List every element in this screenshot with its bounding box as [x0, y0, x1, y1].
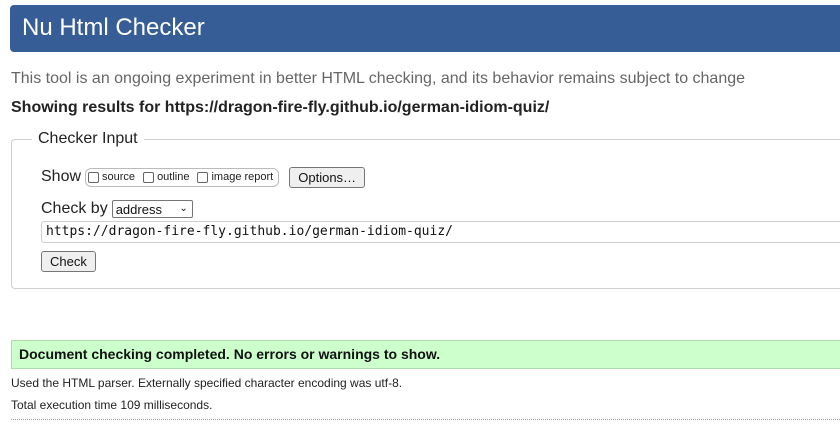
parser-info: Used the HTML parser. Externally specifi…	[11, 376, 403, 390]
outline-checkbox[interactable]	[143, 171, 155, 183]
showing-results-heading: Showing results for https://dragon-fire-…	[11, 99, 550, 116]
source-checkbox[interactable]	[88, 171, 100, 183]
checker-input-legend: Checker Input	[38, 130, 138, 147]
page: Nu Html Checker This tool is an ongoing …	[0, 0, 840, 428]
execution-time: Total execution time 109 milliseconds.	[11, 398, 213, 412]
check-by-select[interactable]: address ⌄	[111, 200, 193, 218]
outline-label: outline	[157, 171, 190, 183]
chevron-down-icon: ⌄	[179, 203, 188, 214]
check-by-label: Check by	[41, 200, 108, 217]
image-report-checkbox[interactable]	[197, 171, 209, 183]
show-options-group: source outline image report	[85, 167, 280, 187]
check-by-selected-value: address	[115, 201, 162, 217]
source-label: source	[102, 171, 136, 183]
page-title: Nu Html Checker	[22, 14, 205, 41]
check-by-row: Check by address ⌄	[41, 199, 193, 219]
tool-description: This tool is an ongoing experiment in be…	[11, 70, 746, 87]
option-outline[interactable]: outline	[143, 171, 189, 183]
options-button[interactable]: Options…	[289, 166, 366, 188]
url-input[interactable]: https://dragon-fire-fly.github.io/german…	[41, 221, 840, 243]
show-options-row: Show source outline image report Options…	[41, 166, 366, 188]
success-message: Document checking completed. No errors o…	[11, 340, 840, 369]
option-image-report[interactable]: image report	[197, 171, 273, 183]
check-button[interactable]: Check	[41, 251, 96, 272]
divider	[11, 419, 840, 420]
show-label: Show	[41, 168, 82, 185]
image-report-label: image report	[211, 171, 274, 183]
option-source[interactable]: source	[88, 171, 135, 183]
header-bar: Nu Html Checker	[10, 5, 840, 52]
